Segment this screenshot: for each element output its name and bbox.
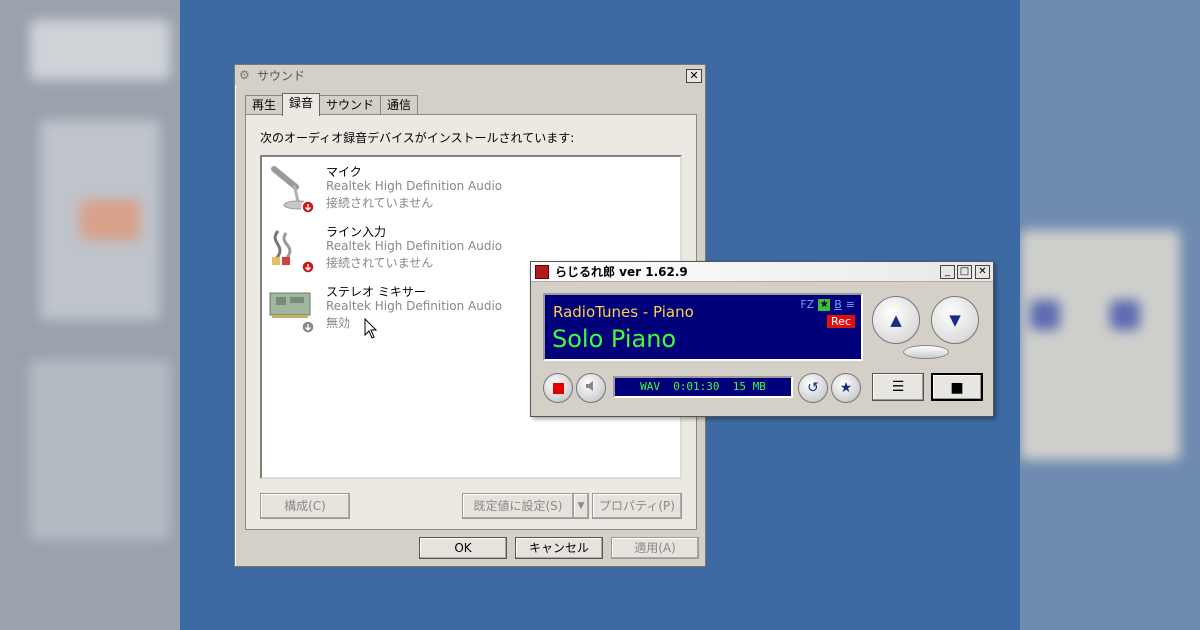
dialog-title-bar: ⚙ サウンド	[235, 65, 705, 85]
fz-flag[interactable]: FZ	[800, 298, 814, 311]
oval-indicator[interactable]	[903, 345, 949, 359]
menu-flag-icon[interactable]: ≡	[846, 298, 855, 311]
lcd-display: RadioTunes - Piano Solo Piano FZ ★ B ≡ R…	[543, 293, 863, 361]
radio-title-bar[interactable]: らじるれ郎 ver 1.62.9	[531, 262, 993, 282]
line-in-cable-icon	[268, 223, 318, 275]
menu-button[interactable]: ☰	[872, 373, 924, 401]
tab-bar: 再生 録音 サウンド 通信	[245, 93, 419, 116]
device-item-microphone[interactable]: マイク Realtek High Definition Audio 接続されてい…	[268, 161, 648, 217]
star-flag-icon[interactable]: ★	[818, 298, 831, 311]
device-driver: Realtek High Definition Audio	[326, 299, 503, 313]
stop-button[interactable]: ■	[931, 373, 983, 401]
record-icon	[552, 382, 564, 394]
tab-communications[interactable]: 通信	[380, 95, 419, 115]
reload-button[interactable]: ↺	[798, 373, 828, 403]
station-name: RadioTunes - Piano	[553, 303, 694, 321]
up-arrow-icon: ▲	[890, 311, 902, 329]
mute-button[interactable]	[576, 373, 606, 403]
dialog-title: サウンド	[257, 68, 306, 83]
mouse-cursor-icon	[364, 317, 378, 343]
device-name: ライン入力	[326, 225, 387, 239]
song-title: Solo Piano	[552, 325, 677, 353]
speaker-icon	[584, 379, 598, 397]
reload-icon: ↺	[807, 380, 819, 396]
favorite-button[interactable]: ★	[831, 373, 861, 403]
record-button[interactable]	[543, 373, 573, 403]
device-status: 接続されていません	[326, 196, 434, 210]
microphone-icon	[268, 163, 318, 215]
device-driver: Realtek High Definition Audio	[326, 239, 503, 253]
device-name: マイク	[326, 165, 362, 179]
stop-icon: ■	[950, 380, 964, 396]
ok-button[interactable]: OK	[419, 537, 507, 559]
star-icon: ★	[839, 380, 853, 396]
sound-card-icon	[268, 283, 318, 335]
radio-app-title: らじるれ郎 ver 1.62.9	[555, 265, 688, 279]
radio-app-icon	[535, 264, 549, 279]
blurred-background-right	[1020, 0, 1200, 630]
menu-icon: ☰	[891, 379, 905, 395]
blurred-background-left	[0, 0, 180, 630]
close-button[interactable]: ✕	[975, 265, 990, 279]
device-status: 接続されていません	[326, 256, 434, 270]
channel-up-button[interactable]: ▲	[872, 296, 920, 344]
apply-button[interactable]: 適用(A)	[611, 537, 699, 559]
b-flag[interactable]: B	[834, 298, 842, 311]
configure-button[interactable]: 構成(C)	[260, 493, 350, 519]
device-driver: Realtek High Definition Audio	[326, 179, 503, 193]
device-name: ステレオ ミキサー	[326, 285, 426, 299]
channel-down-button[interactable]: ▼	[931, 296, 979, 344]
maximize-button[interactable]: □	[957, 265, 972, 279]
tab-sounds[interactable]: サウンド	[319, 95, 382, 115]
down-arrow-icon: ▼	[949, 311, 961, 329]
cancel-button[interactable]: キャンセル	[515, 537, 603, 559]
radio-app-window: らじるれ郎 ver 1.62.9 _ □ ✕ RadioTunes - Pian…	[530, 261, 994, 417]
speaker-settings-icon: ⚙	[239, 68, 250, 82]
properties-button[interactable]: プロパティ(P)	[592, 493, 682, 519]
panel-description: 次のオーディオ録音デバイスがインストールされています:	[260, 131, 575, 145]
device-status: 無効	[326, 316, 351, 330]
rec-badge: Rec	[827, 315, 855, 328]
set-default-button[interactable]: 既定値に設定(S)	[462, 493, 574, 519]
tab-playback[interactable]: 再生	[245, 95, 284, 115]
recording-status: WAV 0:01:30 15 MB	[613, 376, 793, 398]
minimize-button[interactable]: _	[940, 265, 955, 279]
dialog-close-button[interactable]: ✕	[686, 69, 702, 83]
set-default-dropdown[interactable]: ▼	[573, 493, 589, 519]
tab-recording[interactable]: 録音	[282, 93, 321, 116]
lcd-flags: FZ ★ B ≡	[800, 298, 855, 311]
